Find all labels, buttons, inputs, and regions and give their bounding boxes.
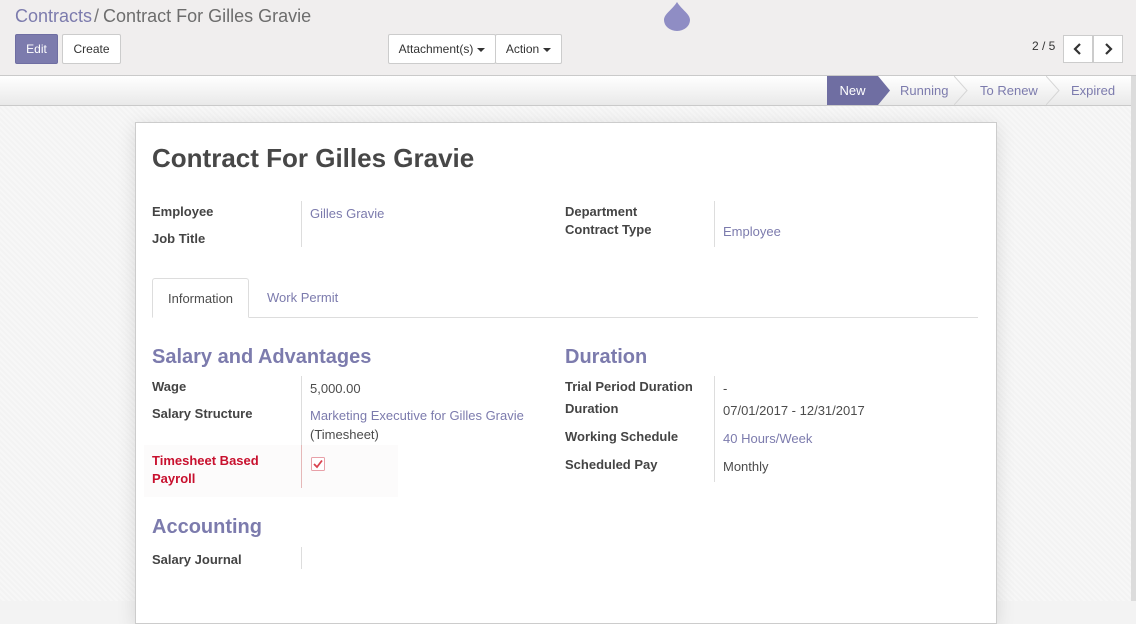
field-separator [714, 376, 715, 482]
field-separator [301, 201, 302, 247]
caret-down-icon [477, 47, 486, 52]
caret-down-icon [543, 47, 552, 52]
contract-type-link[interactable]: Employee [723, 223, 781, 241]
salary-journal-label: Salary Journal [152, 552, 242, 567]
trial-period-label: Trial Period Duration [565, 379, 693, 394]
attachments-label: Attachment(s) [398, 42, 474, 56]
accounting-section-title: Accounting [152, 516, 262, 538]
field-separator-required [301, 445, 302, 488]
working-schedule-link[interactable]: 40 Hours/Week [723, 430, 812, 448]
contract-title[interactable]: Contract For Gilles Gravie [152, 142, 474, 174]
trial-period-value[interactable]: - [723, 380, 727, 398]
timesheet-payroll-label-line2: Payroll [152, 471, 196, 486]
tab-work-permit[interactable]: Work Permit [252, 278, 353, 318]
wage-value[interactable]: 5,000.00 [310, 380, 361, 398]
breadcrumb-separator: / [94, 6, 100, 26]
pager-previous-button[interactable] [1063, 35, 1093, 63]
salary-structure-label: Salary Structure [152, 406, 253, 421]
tab-information[interactable]: Information [152, 278, 249, 318]
breadcrumb-contracts-link[interactable]: Contracts [15, 6, 92, 26]
chevron-right-icon [1105, 43, 1113, 55]
stage-separator-arrow [954, 76, 968, 105]
duration-value[interactable]: 07/01/2017 - 12/31/2017 [723, 402, 865, 420]
stage-new[interactable]: New [827, 76, 878, 105]
job-title-label: Job Title [152, 231, 206, 246]
contract-type-label: Contract Type [565, 222, 652, 237]
duration-label: Duration [565, 401, 619, 416]
stage-expired[interactable]: Expired [1071, 76, 1115, 105]
form-sheet: Contract For Gilles Gravie Employee Job … [135, 122, 997, 624]
stage-separator-arrow [1046, 76, 1060, 105]
action-dropdown[interactable]: Action [495, 34, 562, 64]
employee-label: Employee [152, 204, 214, 219]
employee-field-link[interactable]: Gilles Gravie [310, 205, 384, 223]
duration-section-title: Duration [565, 346, 648, 368]
wage-label: Wage [152, 379, 187, 394]
attachments-dropdown[interactable]: Attachment(s) [388, 34, 496, 64]
pager-value[interactable]: 2 / 5 [1032, 39, 1055, 53]
stage-running[interactable]: Running [900, 76, 948, 105]
stage-arrow-active [878, 76, 890, 105]
salary-structure-suffix: (Timesheet) [310, 427, 379, 442]
salary-structure-link[interactable]: Marketing Executive for Gilles Gravie [310, 407, 524, 425]
loading-drop-icon [664, 2, 690, 31]
scrollbar[interactable] [1131, 76, 1136, 601]
chevron-left-icon [1073, 43, 1081, 55]
edit-button[interactable]: Edit [15, 34, 58, 64]
stage-to-renew[interactable]: To Renew [980, 76, 1038, 105]
working-schedule-label: Working Schedule [565, 429, 679, 444]
pager-next-button[interactable] [1093, 35, 1123, 63]
scheduled-pay-value[interactable]: Monthly [723, 458, 769, 476]
field-separator [714, 201, 715, 247]
breadcrumb-current: Contract For Gilles Gravie [103, 6, 312, 26]
scheduled-pay-label: Scheduled Pay [565, 457, 658, 472]
department-label: Department [565, 204, 638, 219]
control-panel: Contracts / Contract For Gilles Gravie Edi… [0, 0, 1136, 76]
breadcrumb: Contracts / Contract For Gilles Gravie [15, 4, 311, 28]
action-label: Action [505, 42, 540, 56]
timesheet-payroll-label-line1: Timesheet Based [152, 453, 259, 468]
timesheet-payroll-checkbox[interactable] [311, 457, 325, 471]
field-separator [301, 547, 302, 569]
create-button[interactable]: Create [62, 34, 121, 64]
salary-section-title: Salary and Advantages [152, 346, 372, 368]
status-bar: New Running To Renew Expired [0, 76, 1131, 106]
